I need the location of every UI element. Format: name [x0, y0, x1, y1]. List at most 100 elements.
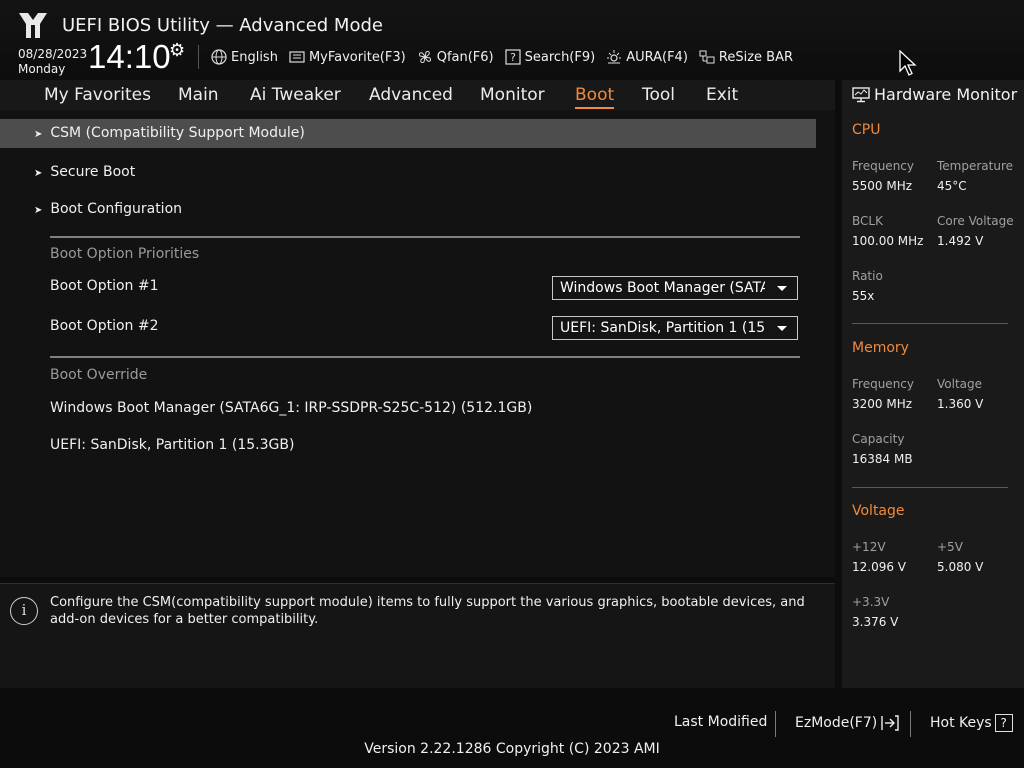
- dropdown-value: Windows Boot Manager (SATA6G: [560, 280, 765, 296]
- footer-divider: [910, 711, 911, 737]
- last-modified-button[interactable]: Last Modified: [674, 714, 767, 730]
- tab-boot[interactable]: Boot: [575, 85, 615, 109]
- qfan-label: Qfan(F6): [436, 49, 494, 65]
- monitor-icon: [852, 86, 870, 102]
- section-divider: [50, 236, 800, 238]
- myfavorite-label: MyFavorite(F3): [308, 49, 406, 65]
- tab-label: Tool: [642, 85, 676, 105]
- bclk-value: 100.00 MHz: [852, 234, 924, 248]
- submenu-arrow-icon: ➤: [34, 129, 43, 140]
- submenu-csm[interactable]: ➤ CSM (Compatibility Support Module): [34, 125, 305, 141]
- memory-frequency-value: 3200 MHz: [852, 397, 913, 411]
- submenu-secure-boot[interactable]: ➤ Secure Boot: [34, 164, 135, 180]
- main-tab-bar: My Favorites Main Ai Tweaker Advanced Mo…: [0, 80, 835, 110]
- submenu-label: Secure Boot: [50, 164, 136, 180]
- date-text: 08/28/2023: [18, 47, 88, 61]
- gear-icon[interactable]: ⚙: [169, 40, 185, 61]
- tab-label: Monitor: [480, 85, 545, 105]
- memory-voltage-value: 1.360 V: [937, 397, 984, 411]
- clock-display: 14:10: [88, 38, 171, 75]
- bios-title: UEFI BIOS Utility — Advanced Mode: [62, 15, 383, 36]
- tab-my-favorites[interactable]: My Favorites: [44, 85, 151, 105]
- ezmode-button[interactable]: EzMode(F7): [795, 714, 900, 732]
- footer-divider: [775, 711, 776, 737]
- day-text: Monday: [18, 62, 66, 76]
- voltage-heading: Voltage: [852, 503, 905, 519]
- boot-settings-panel: [0, 110, 835, 577]
- info-icon: i: [10, 597, 38, 625]
- boot-option-2-dropdown[interactable]: UEFI: SanDisk, Partition 1 (15.3G: [552, 316, 798, 340]
- aura-icon: [607, 50, 622, 64]
- hardware-monitor-label: Hardware Monitor: [874, 85, 1018, 104]
- language-label: English: [231, 49, 278, 65]
- tab-label: Exit: [706, 85, 739, 105]
- cpu-frequency-value: 5500 MHz: [852, 179, 913, 193]
- tab-label: Advanced: [369, 85, 453, 105]
- help-description: Configure the CSM(compatibility support …: [50, 595, 805, 627]
- tab-advanced[interactable]: Advanced: [369, 85, 453, 105]
- exit-to-ezmode-icon: [881, 715, 899, 731]
- resize-bar-button[interactable]: ReSize BAR: [698, 48, 793, 66]
- tab-main[interactable]: Main: [178, 85, 219, 105]
- submenu-boot-configuration[interactable]: ➤ Boot Configuration: [34, 201, 182, 217]
- tab-label: Boot: [575, 85, 615, 105]
- svg-text:?: ?: [510, 51, 516, 64]
- cpu-heading: CPU: [852, 122, 881, 138]
- v5-value: 5.080 V: [937, 560, 984, 574]
- hot-keys-label: Hot Keys: [930, 715, 992, 731]
- dropdown-value: UEFI: SanDisk, Partition 1 (15.3G: [560, 320, 765, 336]
- core-voltage-label: Core Voltage: [937, 214, 1014, 228]
- cpu-temperature-label: Temperature: [937, 159, 1014, 173]
- section-divider: [50, 356, 800, 358]
- fan-icon: [418, 51, 431, 63]
- tuf-logo-icon: [19, 13, 47, 38]
- hot-keys-button[interactable]: Hot Keys ?: [930, 714, 1013, 732]
- tab-label: Main: [178, 85, 219, 105]
- tab-ai-tweaker[interactable]: Ai Tweaker: [250, 85, 341, 105]
- hwm-divider: [852, 487, 1008, 488]
- boot-override-item-sandisk[interactable]: UEFI: SanDisk, Partition 1 (15.3GB): [50, 437, 294, 453]
- ratio-value: 55x: [852, 289, 875, 303]
- memory-frequency-label: Frequency: [852, 377, 914, 391]
- dropdown-caret-icon: [777, 326, 787, 331]
- submenu-arrow-icon: ➤: [34, 205, 43, 216]
- memory-voltage-label: Voltage: [937, 377, 983, 391]
- toolbar: English MyFavorite(F3) Qfan(F6) ? Search…: [210, 46, 793, 68]
- help-key-icon: ?: [994, 714, 1013, 732]
- submenu-label: Boot Configuration: [50, 201, 183, 217]
- search-icon: ?: [505, 49, 521, 65]
- language-button[interactable]: English: [210, 48, 278, 66]
- capacity-value: 16384 MB: [852, 452, 913, 466]
- boot-option-1-dropdown[interactable]: Windows Boot Manager (SATA6G: [552, 276, 798, 300]
- mouse-cursor-icon: [899, 50, 917, 76]
- submenu-label: CSM (Compatibility Support Module): [50, 125, 305, 141]
- boot-option-2-label: Boot Option #2: [50, 318, 159, 334]
- aura-label: AURA(F4): [626, 49, 688, 65]
- v5-label: +5V: [937, 540, 963, 554]
- tab-monitor[interactable]: Monitor: [480, 85, 545, 105]
- submenu-arrow-icon: ➤: [34, 168, 43, 179]
- active-tab-underline: [575, 107, 615, 109]
- v33-value: 3.376 V: [852, 615, 899, 629]
- capacity-label: Capacity: [852, 432, 905, 446]
- favorite-icon: [289, 51, 305, 63]
- cpu-temperature-value: 45°C: [937, 179, 967, 193]
- tab-tool[interactable]: Tool: [642, 85, 675, 105]
- qfan-button[interactable]: Qfan(F6): [416, 48, 494, 66]
- bclk-label: BCLK: [852, 214, 883, 228]
- v33-label: +3.3V: [852, 595, 890, 609]
- search-label: Search(F9): [524, 49, 596, 65]
- tab-exit[interactable]: Exit: [706, 85, 738, 105]
- last-modified-label: Last Modified: [674, 714, 768, 730]
- boot-override-item-windows[interactable]: Windows Boot Manager (SATA6G_1: IRP-SSDP…: [50, 400, 532, 416]
- hwm-divider: [852, 323, 1008, 324]
- tab-label: My Favorites: [44, 85, 151, 105]
- aura-button[interactable]: AURA(F4): [605, 48, 688, 66]
- myfavorite-button[interactable]: MyFavorite(F3): [288, 48, 406, 66]
- memory-heading: Memory: [852, 340, 909, 356]
- search-button[interactable]: ? Search(F9): [504, 48, 596, 66]
- boot-option-1-label: Boot Option #1: [50, 278, 159, 294]
- resize-bar-label: ReSize BAR: [718, 49, 794, 65]
- hardware-monitor-title: Hardware Monitor: [852, 85, 1017, 104]
- resize-bar-icon: [699, 50, 715, 64]
